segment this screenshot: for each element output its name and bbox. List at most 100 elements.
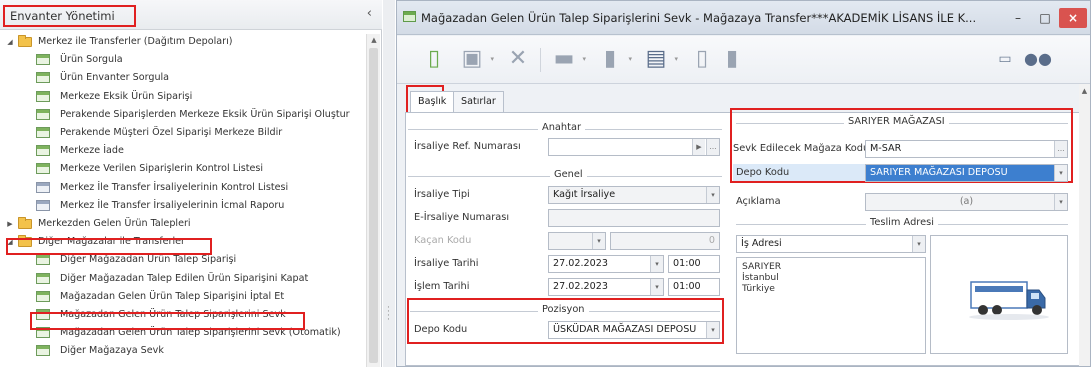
chevron-down-icon[interactable]: ▾ <box>650 279 663 295</box>
form-icon <box>36 72 50 84</box>
chevron-down-icon[interactable]: ▾ <box>706 322 719 338</box>
minimize-button[interactable]: – <box>1006 8 1030 28</box>
panel-title: Envanter Yönetimi <box>3 5 136 27</box>
kacan-kodu-select[interactable]: ▾ <box>548 232 606 250</box>
group-pozisyon: Pozisyon <box>410 304 720 315</box>
tree-item-label: Merkez İle Transfer İrsaliyelerinin Kont… <box>60 181 289 193</box>
tab-satirlar[interactable]: Satırlar <box>453 91 504 113</box>
maximize-button[interactable]: □ <box>1033 8 1057 28</box>
address-line: Türkiye <box>742 283 775 294</box>
tree-item-label: Perakende Müşteri Özel Siparişi Merkeze … <box>60 127 283 138</box>
irsaliye-tarihi-field[interactable]: 27.02.2023 ▾ <box>548 255 664 273</box>
tree-item-label: Ürün Sorgula <box>60 54 123 66</box>
chevron-down-icon[interactable]: ▾ <box>706 187 719 203</box>
tree-item-label: Ürün Envanter Sorgula <box>60 72 170 84</box>
kacan-kodu-number[interactable]: 0 <box>610 232 720 250</box>
copy-icon[interactable]: ▯ <box>689 45 715 73</box>
binoculars-icon[interactable]: ●● <box>1024 45 1052 73</box>
collapsed-arrow-icon[interactable]: ▶ <box>6 216 14 232</box>
form-icon <box>36 90 50 102</box>
irsaliye-tipi-select[interactable]: Kağıt İrsaliye ▾ <box>548 186 720 204</box>
chevron-down-icon[interactable]: ▾ <box>1054 194 1067 210</box>
navigation-scrollbar[interactable]: ▲ <box>366 34 380 367</box>
toolbar-separator <box>540 48 541 72</box>
islem-tarihi-field[interactable]: 27.02.2023 ▾ <box>548 278 664 296</box>
splitter-grip-icon: · · · · <box>387 303 390 325</box>
aciklama-field[interactable]: (a) ▾ <box>865 193 1068 211</box>
tab-baslik[interactable]: Başlık <box>410 91 455 113</box>
form-icon <box>36 54 50 66</box>
form-icon <box>36 345 50 357</box>
lookup-ellipsis-icon[interactable]: … <box>1054 141 1067 157</box>
irsaliye-tipi-label: İrsaliye Tipi <box>414 189 470 200</box>
window-titlebar[interactable]: Mağazadan Gelen Ürün Talep Siparişlerini… <box>397 1 1090 35</box>
magaza-depo-kodu-label: Depo Kodu <box>736 167 790 178</box>
pozisyon-depo-kodu-select[interactable]: ÜSKÜDAR MAĞAZASI DEPOSU ▾ <box>548 321 720 339</box>
scroll-up-icon[interactable]: ▲ <box>367 36 381 44</box>
group-genel: Genel <box>408 169 722 180</box>
form-icon <box>36 127 50 138</box>
highlight-sevk-item <box>30 312 305 330</box>
adres-tipi-select[interactable]: İş Adresi ▾ <box>736 235 926 253</box>
tree-item-label: Merkez ile Transferler (Dağıtım Depoları… <box>38 36 233 47</box>
scroll-up-icon[interactable]: ▲ <box>1079 87 1090 95</box>
tree-item-label: Merkeze Eksik Ürün Siparişi <box>60 90 193 102</box>
tree-item-label: Merkezden Gelen Ürün Talepleri <box>38 218 191 229</box>
irsaliye-saat-field[interactable]: 01:00 <box>668 255 720 273</box>
delete-icon[interactable]: ✕ <box>505 45 531 73</box>
e-irsaliye-label: E-İrsaliye Numarası <box>414 212 510 223</box>
group-genel-title: Genel <box>550 169 587 180</box>
pozisyon-depo-kodu-label: Depo Kodu <box>414 324 468 335</box>
tree-item-label: Merkez İle Transfer İrsaliyelerinin İcma… <box>60 199 285 211</box>
new-document-icon[interactable]: ▯ <box>421 45 447 73</box>
islem-saat-field[interactable]: 01:00 <box>668 278 720 296</box>
group-anahtar: Anahtar <box>408 122 722 133</box>
print-icon[interactable]: ▬ ▾ <box>551 45 586 73</box>
scroll-thumb[interactable] <box>369 48 378 363</box>
chevron-down-icon[interactable]: ▾ <box>1054 165 1067 181</box>
save-icon[interactable]: ▣ ▾ <box>459 45 494 73</box>
collapse-panel-icon[interactable]: ‹ <box>367 6 372 21</box>
magaza-depo-kodu-select[interactable]: SARIYER MAĞAZASI DEPOSU ▾ <box>865 164 1068 182</box>
export-icon[interactable]: ▮ ▾ <box>597 45 632 73</box>
chevron-down-icon[interactable]: ▾ <box>592 233 605 249</box>
form-content: Anahtar İrsaliye Ref. Numarası ▶ … Genel… <box>405 108 1081 366</box>
form-scrollbar[interactable]: ▲ <box>1079 84 1090 366</box>
tree-item-label: Diğer Mağazadan Talep Edilen Ürün Sipari… <box>60 272 309 284</box>
group-teslim-title: Teslim Adresi <box>866 217 938 228</box>
sevk-magaza-label: Sevk Edilecek Mağaza Kodu <box>733 143 870 154</box>
kacan-kodu-label: Kaçan Kodu <box>414 235 472 246</box>
e-irsaliye-field[interactable] <box>548 209 720 227</box>
islem-tarihi-label: İşlem Tarihi <box>414 281 470 292</box>
panel-splitter[interactable]: · · · · <box>383 0 395 367</box>
group-anahtar-title: Anahtar <box>538 122 585 133</box>
copy-all-icon[interactable]: ▮ <box>719 45 745 73</box>
lookup-ellipsis-icon[interactable]: … <box>706 139 719 155</box>
tree-item-label: Perakende Siparişlerden Merkeze Eksik Ür… <box>60 108 350 120</box>
address-line: SARIYER <box>742 261 782 272</box>
report-icon <box>36 181 50 193</box>
form-icon <box>36 163 50 175</box>
form-icon <box>36 290 50 302</box>
tree-item-label: Merkeze Verilen Siparişlerin Kontrol Lis… <box>60 163 264 175</box>
highlight-diger-magazalar <box>6 238 212 255</box>
form-icon <box>36 272 50 284</box>
form-icon <box>36 108 50 120</box>
sevk-magaza-field[interactable]: M-SAR … <box>865 140 1068 158</box>
toolbar: ▯ ▣ ▾ ✕ ▬ ▾ ▮ ▾ ▤ ▾ ▯ ▮ ▭ ●● <box>397 36 1090 84</box>
transfer-window: Mağazadan Gelen Ürün Talep Siparişlerini… <box>396 0 1091 367</box>
fax-icon[interactable]: ▤ ▾ <box>643 45 678 73</box>
report-icon <box>36 199 50 211</box>
tree-item-label: Mağazadan Gelen Ürün Talep Siparişini İp… <box>60 290 285 302</box>
group-pozisyon-title: Pozisyon <box>538 304 589 315</box>
irsaliye-ref-field[interactable]: ▶ … <box>548 138 720 156</box>
close-button[interactable]: × <box>1059 8 1087 28</box>
address-line: İstanbul <box>742 272 779 283</box>
expand-arrow-icon[interactable]: ◢ <box>6 34 14 50</box>
next-arrow-icon[interactable]: ▶ <box>692 139 705 155</box>
chevron-down-icon[interactable]: ▾ <box>912 236 925 252</box>
window-icon[interactable]: ▭ <box>992 45 1018 73</box>
address-list[interactable]: SARIYER İstanbul Türkiye <box>736 257 926 354</box>
group-magaza: SARIYER MAĞAZASI <box>736 116 1068 127</box>
chevron-down-icon[interactable]: ▾ <box>650 256 663 272</box>
